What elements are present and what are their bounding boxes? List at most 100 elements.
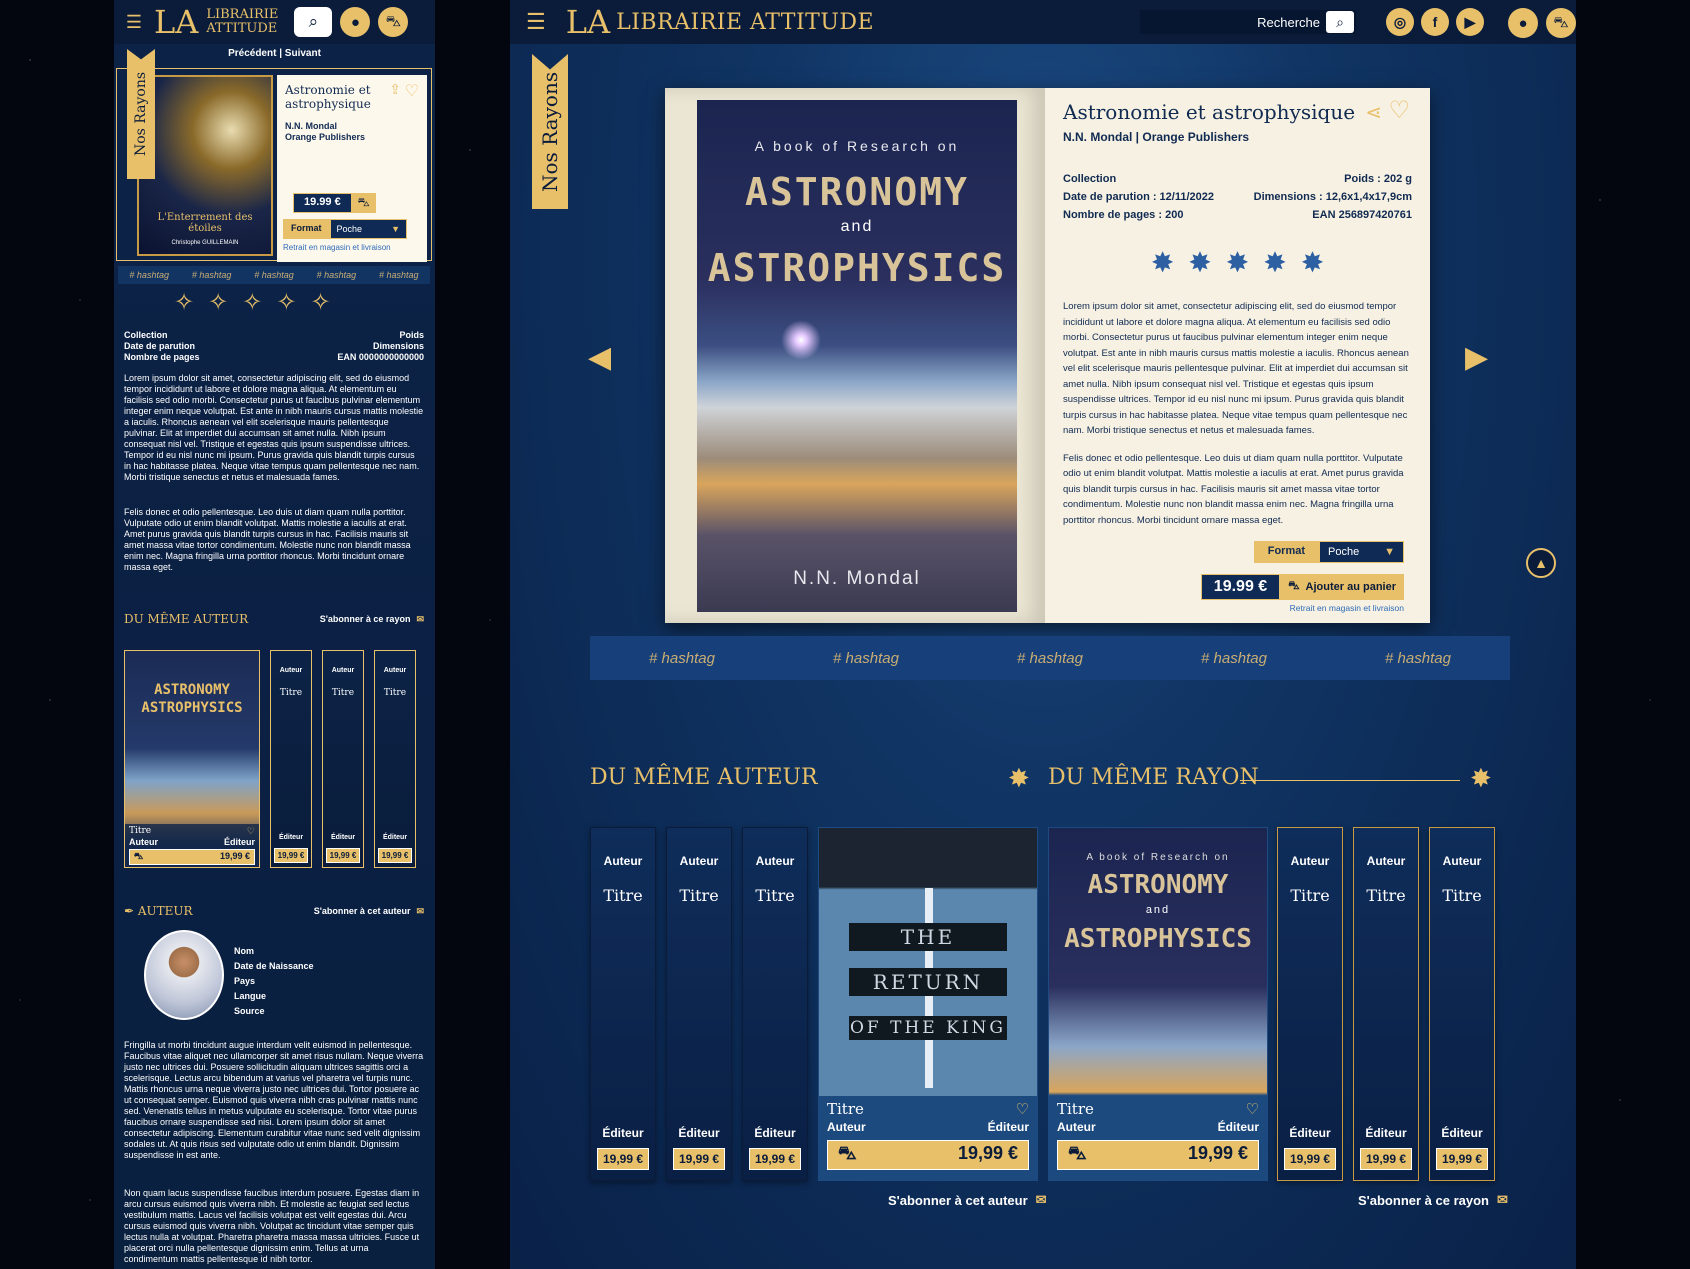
price: 19.99 € (1200, 574, 1281, 600)
rating-stars[interactable]: ✧ ✧ ✧ ✧ ✧ (174, 288, 331, 317)
nos-rayons-ribbon[interactable]: Nos Rayons (127, 49, 155, 179)
book-card[interactable]: Auteur Titre Éditeur 19,99 € (742, 827, 808, 1181)
price-button[interactable]: 19,99 € (274, 848, 308, 863)
book-author: Auteur (129, 837, 158, 847)
rating-stars[interactable]: ✸ ✸ ✸ ✸ ✸ (1063, 246, 1412, 279)
subscribe-rayon-link[interactable]: S'abonner à ce rayon ✉ (320, 614, 424, 625)
format-select[interactable]: Format Poche ▼ (1253, 541, 1404, 563)
add-to-basket-icon[interactable]: ⛍ (351, 193, 376, 213)
star-icon[interactable]: ✧ (242, 288, 262, 317)
heart-icon[interactable]: ♡ (405, 81, 419, 101)
account-icon[interactable]: ● (1508, 8, 1538, 38)
heart-icon[interactable]: ♡ (247, 826, 255, 837)
arrow-right-icon[interactable]: ▶ (1465, 340, 1488, 375)
subscribe-author-link[interactable]: S'abonner à cet auteur ✉ (888, 1192, 1047, 1208)
book-spread: A book of Research on ASTRONOMY and ASTR… (665, 88, 1430, 623)
heart-icon[interactable]: ♡ (1388, 96, 1410, 125)
subscribe-author-link[interactable]: S'abonner à cet auteur ✉ (314, 906, 424, 917)
bookshelf-menu-icon[interactable]: ☰ (122, 12, 146, 32)
hashtag[interactable]: # hashtag (129, 270, 169, 280)
star-icon[interactable]: ✧ (276, 288, 296, 317)
hashtag[interactable]: # hashtag (379, 270, 419, 280)
meta-ean: EAN 0000000000000 (337, 352, 424, 362)
bookshelf-menu-icon[interactable]: ☰ (526, 9, 546, 35)
basket-icon[interactable]: ⛍ (378, 7, 409, 37)
hashtag[interactable]: # hashtag (317, 270, 357, 280)
featured-book-card[interactable]: A book of Research on ASTRONOMY and ASTR… (1048, 827, 1268, 1181)
basket-icon[interactable]: ⛍ (1546, 8, 1576, 38)
price-button[interactable]: 19,99 € (749, 1148, 801, 1170)
hashtag[interactable]: # hashtag (649, 650, 715, 667)
arrow-left-icon[interactable]: ◀ (588, 340, 611, 375)
divider (1240, 780, 1460, 781)
search-input[interactable]: Recherche (1257, 15, 1320, 30)
star-icon[interactable]: ✧ (310, 288, 330, 317)
mobile-book-cover[interactable]: L'Enterrement des étoiles Christophe GUI… (137, 75, 273, 256)
star-icon[interactable]: ✸ (1301, 246, 1324, 279)
facebook-icon[interactable]: f (1421, 8, 1449, 36)
search-icon[interactable]: ⌕ (294, 7, 333, 37)
instagram-icon[interactable]: ◎ (1386, 8, 1414, 36)
price-button[interactable]: 19,99 € (1436, 1148, 1488, 1170)
add-to-cart-button[interactable]: ⛍ Ajouter au panier (1280, 574, 1404, 600)
heart-icon[interactable]: ♡ (1246, 1100, 1259, 1118)
price-button[interactable]: ⛍ 19,99 € (1057, 1140, 1259, 1170)
hashtag[interactable]: # hashtag (1201, 650, 1267, 667)
retrait-link[interactable]: Retrait en magasin et livraison (1290, 603, 1404, 613)
book-card[interactable]: Auteur Titre Éditeur 19,99 € (374, 650, 416, 868)
desktop-header: ☰ LA LIBRAIRIE ATTITUDE Recherche ⌕ ◎ f ▶ … (510, 0, 1576, 44)
author-bio: Fringilla ut morbi tincidunt augue inter… (124, 1040, 424, 1160)
star-icon[interactable]: ✸ (1188, 246, 1211, 279)
book-card[interactable]: Auteur Titre Éditeur 19,99 € (270, 650, 312, 868)
book-card[interactable]: Auteur Titre Éditeur 19,99 € (322, 650, 364, 868)
share-icon[interactable]: ⇪ (389, 81, 401, 98)
search-bar[interactable]: Recherche ⌕ (1140, 10, 1356, 34)
book-cover[interactable]: A book of Research on ASTRONOMY and ASTR… (697, 100, 1017, 612)
star-icon[interactable]: ✸ (1151, 246, 1174, 279)
price-button[interactable]: 19,99 € (1360, 1148, 1412, 1170)
star-icon[interactable]: ✧ (174, 288, 194, 317)
cover-author: N.N. Mondal (793, 568, 921, 589)
price-button[interactable]: 19,99 € (597, 1148, 649, 1170)
featured-book-card[interactable]: THE RETURN OF THE KING Titre ♡ Auteur Édit… (818, 827, 1038, 1181)
price-button[interactable]: ⛍ 19,99 € (827, 1140, 1029, 1170)
price-button[interactable]: 19,99 € (326, 848, 360, 863)
logo-text: LIBRAIRIE ATTITUDE (616, 9, 875, 35)
price-button[interactable]: 19,99 € (378, 848, 412, 863)
hashtag[interactable]: # hashtag (1017, 650, 1083, 667)
retrait-link[interactable]: Retrait en magasin et livraison (283, 243, 391, 252)
book-card[interactable]: Auteur Titre Éditeur 19,99 € (1353, 827, 1419, 1181)
prev-link[interactable]: Précédent (228, 48, 276, 59)
scroll-up-icon[interactable]: ▲ (1526, 548, 1556, 578)
hashtag[interactable]: # hashtag (254, 270, 294, 280)
next-link[interactable]: Suivant (285, 48, 321, 59)
hashtag[interactable]: # hashtag (192, 270, 232, 280)
price-button[interactable]: 19,99 € (1284, 1148, 1336, 1170)
book-card[interactable]: Auteur Titre Éditeur 19,99 € (1277, 827, 1343, 1181)
hashtag[interactable]: # hashtag (833, 650, 899, 667)
book-card[interactable]: Auteur Titre Éditeur 19,99 € (666, 827, 732, 1181)
price-button[interactable]: ⛍ 19,99 € (129, 849, 255, 865)
nos-rayons-ribbon[interactable]: Nos Rayons (532, 54, 568, 209)
share-icon[interactable]: ⋖ (1365, 100, 1382, 125)
star-icon[interactable]: ✸ (1263, 246, 1286, 279)
book-left-page: A book of Research on ASTRONOMY and ASTR… (665, 88, 1045, 623)
book-card[interactable]: Auteur Titre Éditeur 19,99 € (590, 827, 656, 1181)
format-select[interactable]: Format Poche ▼ (283, 219, 407, 239)
author-bio: Non quam lacus suspendisse faucibus inte… (124, 1188, 420, 1264)
price-button[interactable]: 19,99 € (673, 1148, 725, 1170)
youtube-icon[interactable]: ▶ (1456, 8, 1484, 36)
star-icon[interactable]: ✸ (1226, 246, 1249, 279)
account-icon[interactable]: ● (340, 7, 371, 37)
logo-text[interactable]: LIBRAIRIE ATTITUDE (206, 8, 278, 36)
subscribe-rayon-link[interactable]: S'abonner à ce rayon ✉ (1358, 1192, 1508, 1208)
logo[interactable]: LA LIBRAIRIE ATTITUDE (566, 3, 874, 41)
heart-icon[interactable]: ♡ (1016, 1100, 1029, 1118)
star-icon[interactable]: ✧ (208, 288, 228, 317)
search-icon[interactable]: ⌕ (1326, 11, 1354, 33)
hashtag[interactable]: # hashtag (1385, 650, 1451, 667)
book-card[interactable]: ASTRONOMY ASTROPHYSICS Titre ♡ Auteur Édite… (124, 650, 260, 868)
logo-icon[interactable]: LA (154, 6, 198, 38)
format-label: Format (283, 219, 330, 239)
book-card[interactable]: Auteur Titre Éditeur 19,99 € (1429, 827, 1495, 1181)
